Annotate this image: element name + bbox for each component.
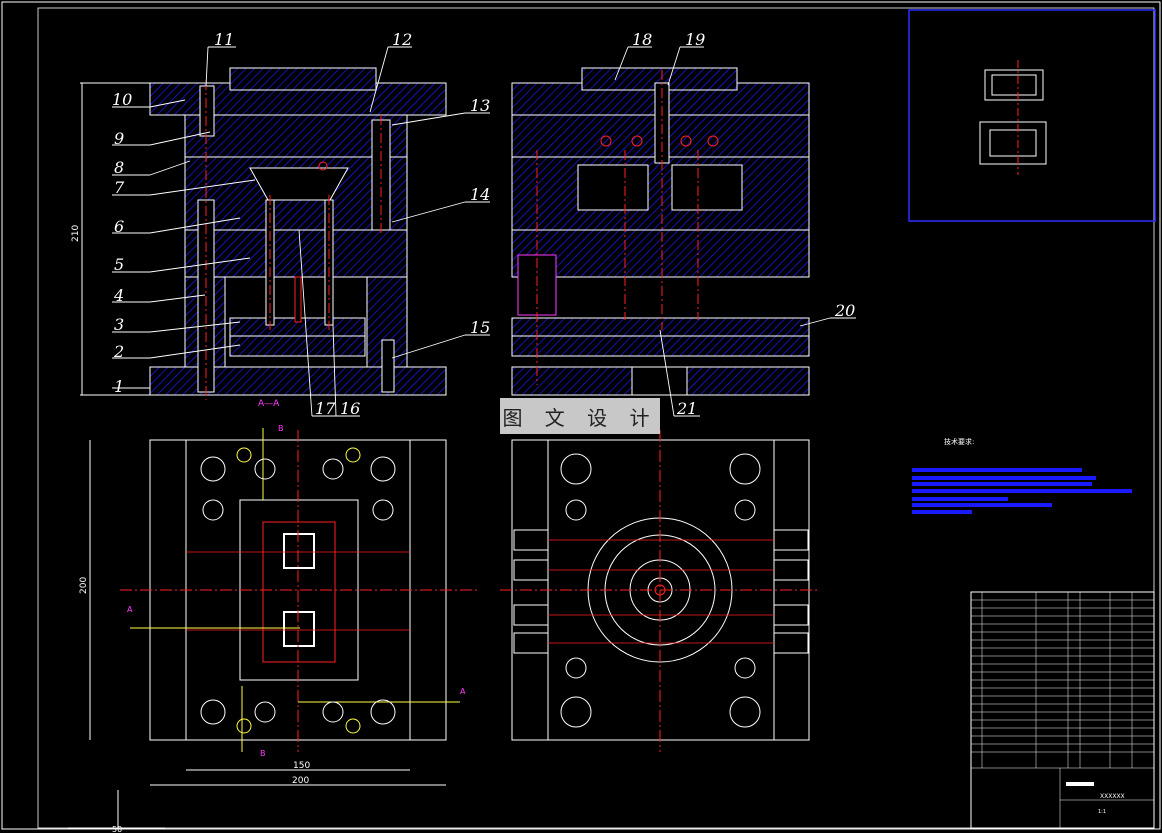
label-18: 18: [632, 30, 652, 49]
tech-requirements: 技术要求:: [912, 437, 1132, 514]
dim-inner-width: 150: [293, 761, 310, 771]
front-dimension: 2 10: [71, 82, 150, 396]
tech-requirements-title: 技术要求:: [944, 437, 974, 446]
label-7: 7: [114, 178, 125, 197]
label-12: 12: [392, 30, 412, 49]
marker-b2: B: [260, 749, 266, 758]
marker-b1: B: [278, 424, 284, 433]
label-13: 13: [470, 96, 490, 115]
label-3: 3: [114, 315, 124, 334]
plan-dimensions: 200 150 200 50: [68, 440, 446, 833]
label-9: 9: [114, 129, 124, 148]
dim-overall-height: 210: [71, 225, 81, 242]
label-2: 2: [113, 342, 124, 361]
label-20: 20: [834, 301, 855, 320]
label-19: 19: [685, 30, 705, 49]
label-8: 8: [114, 158, 124, 177]
section-markers: A A B B: [127, 424, 466, 758]
label-17: 17: [315, 399, 336, 418]
label-15: 15: [470, 318, 490, 337]
label-5: 5: [114, 255, 124, 274]
label-16: 16: [340, 399, 360, 418]
dim-plan-height: 200: [79, 577, 89, 594]
title-block: XXXXXX 1:1: [970, 591, 1155, 829]
label-1: 1: [114, 377, 124, 396]
marker-a2: A: [460, 687, 466, 696]
marker-a1: A: [127, 605, 133, 614]
front-section-view: [149, 67, 447, 400]
scale-text: 1:1: [1098, 809, 1106, 815]
side-section-view: [511, 67, 810, 396]
drawing-name: XXXXXX: [1100, 793, 1125, 800]
dim-base: 50: [112, 825, 122, 833]
dim-overall-width: 200: [292, 776, 309, 786]
watermark-banner: 图 文 设 计: [500, 398, 660, 434]
plan-view-left: [120, 428, 480, 752]
label-6: 6: [114, 217, 124, 236]
plan-view-right: [500, 430, 820, 752]
label-4: 4: [113, 286, 124, 305]
section-label: A—A: [258, 399, 280, 409]
label-21: 21: [676, 399, 697, 418]
label-11: 11: [214, 30, 234, 49]
part-detail-view: [908, 9, 1156, 222]
label-10: 10: [112, 90, 132, 109]
label-14: 14: [470, 185, 490, 204]
